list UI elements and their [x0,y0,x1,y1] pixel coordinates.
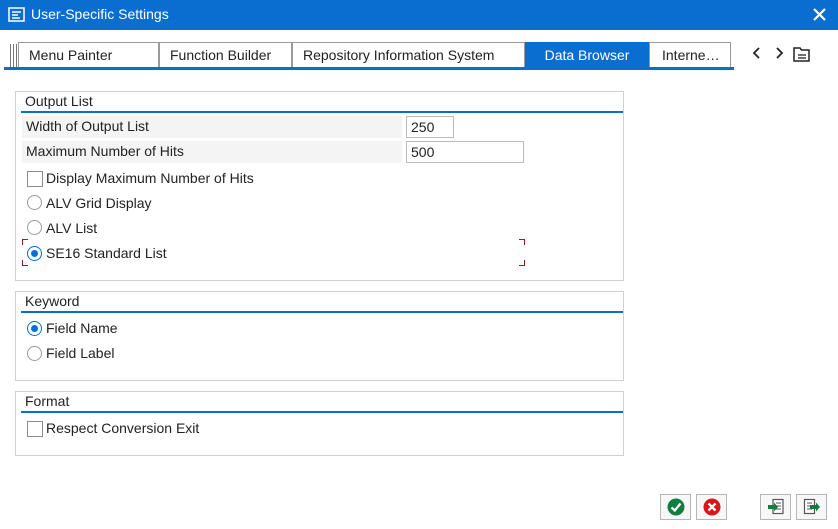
cancel-icon [703,498,721,516]
display-max-hits-checkbox[interactable] [27,171,43,187]
import-icon [768,498,784,515]
se16-standard-list-radio[interactable] [27,246,42,261]
tab-label: Function Builder [170,47,272,63]
chevron-left-icon[interactable] [750,45,764,61]
alv-grid-display-label: ALV Grid Display [46,195,152,211]
tab-label: Repository Information System [303,47,495,63]
group-title: Keyword [25,293,80,309]
tab-label: Menu Painter [29,47,113,63]
field-label-label: Field Label [46,345,115,361]
close-icon[interactable] [811,6,828,23]
export-button[interactable] [796,494,827,520]
tab-repository-information-system[interactable]: Repository Information System [292,42,525,67]
window-title: User-Specific Settings [31,6,169,22]
group-title: Format [25,393,70,409]
tab-function-builder[interactable]: Function Builder [159,42,292,67]
alv-list-label: ALV List [46,220,98,236]
tab-list-icon[interactable] [793,45,811,63]
focus-frame [22,239,28,245]
field-name-radio[interactable] [27,321,42,336]
focus-frame [519,260,525,266]
settings-window-icon [8,7,25,22]
maximum-number-of-hits-label: Maximum Number of Hits [26,143,184,159]
alv-grid-display-radio[interactable] [27,195,42,210]
keyword-group: Keyword Field Name Field Label [15,291,624,381]
import-button[interactable] [760,494,791,520]
tab-strip: Menu Painter Function Builder Repository… [4,42,828,72]
focus-frame [22,260,28,266]
export-icon [803,498,820,515]
group-title-underline [21,411,623,413]
field-name-label: Field Name [46,320,118,336]
tab-internet[interactable]: Interne… [649,42,731,67]
confirm-button[interactable] [660,494,691,520]
field-label-radio[interactable] [27,346,42,361]
group-title: Output List [25,93,93,109]
tab-label: Interne… [662,47,720,63]
tab-underline [4,67,734,70]
respect-conversion-exit-checkbox[interactable] [27,421,43,437]
alv-list-radio[interactable] [27,220,42,235]
display-max-hits-label: Display Maximum Number of Hits [46,170,254,186]
focus-frame [519,239,525,245]
group-title-underline [21,111,623,113]
tab-menu-painter[interactable]: Menu Painter [18,42,159,67]
tab-data-browser[interactable]: Data Browser [525,42,649,67]
title-bar: User-Specific Settings [0,0,838,30]
output-list-group: Output List Width of Output List Maximum… [15,91,624,281]
width-of-output-list-label: Width of Output List [26,118,149,134]
format-group: Format Respect Conversion Exit [15,391,624,456]
cancel-button[interactable] [696,494,727,520]
chevron-right-icon[interactable] [772,45,786,61]
check-icon [667,498,685,516]
group-title-underline [21,311,623,313]
maximum-number-of-hits-field[interactable] [406,141,524,163]
tab-label: Data Browser [544,47,630,63]
respect-conversion-exit-label: Respect Conversion Exit [46,420,200,436]
se16-standard-list-label: SE16 Standard List [46,245,167,261]
width-of-output-list-field[interactable] [406,116,454,138]
